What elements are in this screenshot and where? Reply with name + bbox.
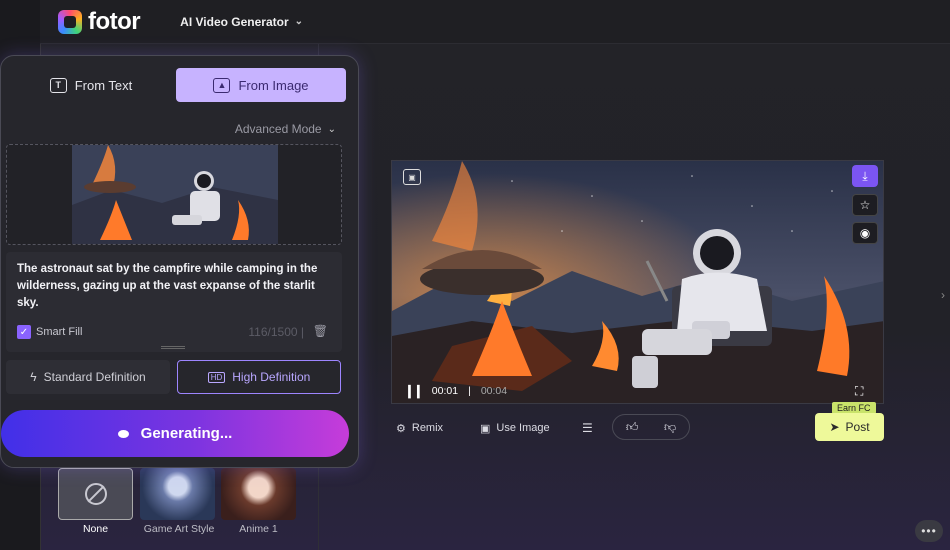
standard-definition-label: Standard Definition (43, 370, 146, 384)
video-frame (392, 161, 883, 403)
use-image-label: Use Image (496, 422, 550, 434)
resize-handle[interactable] (161, 346, 185, 349)
standard-definition-button[interactable]: ϟ Standard Definition (6, 360, 170, 394)
chevron-down-icon: ⌄ (327, 123, 336, 135)
tool-name: AI Video Generator (180, 14, 289, 29)
check-icon[interactable]: ✓ (17, 325, 31, 339)
top-bar: fotor AI Video Generator ⌄ (40, 0, 950, 44)
thumbs-down-icon[interactable]: 👎︎ (664, 420, 676, 435)
download-icon: ⤓ (862, 168, 868, 183)
image-icon: ▲ (213, 77, 231, 93)
more-icon: ••• (921, 524, 937, 538)
lightning-icon: ϟ (30, 370, 37, 384)
download-button[interactable]: ⤓ (852, 165, 878, 187)
rating-group: 👍︎ 👎︎ (612, 414, 690, 440)
loading-spinner-icon (117, 429, 129, 438)
star-icon: ☆ (859, 198, 871, 212)
smart-fill-toggle[interactable]: ✓ Smart Fill (17, 325, 82, 339)
image-upload-area[interactable] (6, 144, 342, 245)
tab-from-text-label: From Text (74, 77, 133, 93)
remix-button[interactable]: ⚙ Remix (396, 422, 466, 435)
style-label-none: None (82, 523, 109, 535)
use-image-button[interactable]: ▣ Use Image (480, 422, 570, 435)
time-separator: | (468, 385, 471, 397)
image-icon[interactable]: ▣ (403, 169, 421, 185)
advanced-mode-label: Advanced Mode (234, 122, 322, 136)
hd-icon: HD (207, 371, 226, 383)
style-card-anime[interactable] (221, 468, 296, 520)
tab-from-image-label: From Image (238, 77, 309, 93)
tab-from-image[interactable]: ▲ From Image (176, 68, 346, 102)
fullscreen-icon[interactable]: ⛶ (855, 384, 863, 399)
total-time: 00:04 (480, 385, 508, 397)
thumbs-up-icon[interactable]: 👍︎ (626, 420, 639, 435)
image-icon: ▣ (480, 422, 491, 435)
current-time: 00:01 (431, 385, 459, 397)
trash-icon[interactable]: 🗑︎ (313, 324, 328, 338)
advanced-mode-toggle[interactable]: Advanced Mode ⌄ (235, 122, 336, 136)
high-definition-label: High Definition (232, 370, 311, 384)
fotor-logo[interactable]: fotor (58, 7, 141, 36)
char-counter-value: 116/1500 (248, 325, 298, 339)
mode-tabs: T From Text ▲ From Image (1, 68, 358, 104)
prompt-input[interactable]: The astronaut sat by the campfire while … (6, 252, 342, 352)
style-card-none[interactable] (58, 468, 133, 520)
no-entry-icon (84, 483, 107, 505)
eye-icon: ◉ (859, 226, 871, 240)
generate-button[interactable]: Generating... (1, 410, 349, 457)
text-icon: T (49, 77, 67, 93)
prompt-text[interactable]: The astronaut sat by the campfire while … (17, 261, 337, 312)
logo-text: fotor (88, 7, 141, 35)
more-button[interactable]: ••• (915, 520, 943, 542)
logo-icon (58, 9, 82, 34)
send-icon: ➤ (829, 420, 840, 434)
favorite-button[interactable]: ☆ (852, 194, 878, 216)
tab-from-text[interactable]: T From Text (11, 68, 171, 102)
video-preview[interactable] (391, 160, 884, 404)
post-label: Post (845, 420, 870, 434)
chevron-down-icon: ⌄ (294, 16, 304, 27)
settings-panel: T From Text ▲ From Image Advanced Mode ⌄… (0, 55, 359, 468)
remix-label: Remix (411, 422, 444, 434)
generate-label: Generating... (140, 425, 233, 442)
sliders-icon: ☰ (582, 421, 593, 435)
player-controls: ❙❙ 00:01 | 00:04 (404, 383, 507, 399)
post-button[interactable]: ➤ Post (815, 413, 884, 441)
smart-fill-label: Smart Fill (36, 326, 83, 338)
style-label-anime: Anime 1 (239, 523, 278, 535)
high-definition-button[interactable]: HD High Definition (177, 360, 341, 394)
preview-button[interactable]: ◉ (852, 222, 878, 244)
chevron-right-icon[interactable]: › (941, 288, 945, 302)
pause-icon[interactable]: ❙❙ (404, 383, 424, 399)
tool-selector[interactable]: AI Video Generator ⌄ (180, 15, 303, 29)
char-counter: 116/1500 | (248, 325, 304, 339)
style-label-game-art: Game Art Style (143, 523, 215, 535)
adjust-button[interactable]: ☰ (582, 421, 593, 435)
remix-icon: ⚙ (396, 422, 406, 435)
uploaded-image-thumbnail (72, 145, 278, 244)
style-card-game-art[interactable] (140, 468, 215, 520)
